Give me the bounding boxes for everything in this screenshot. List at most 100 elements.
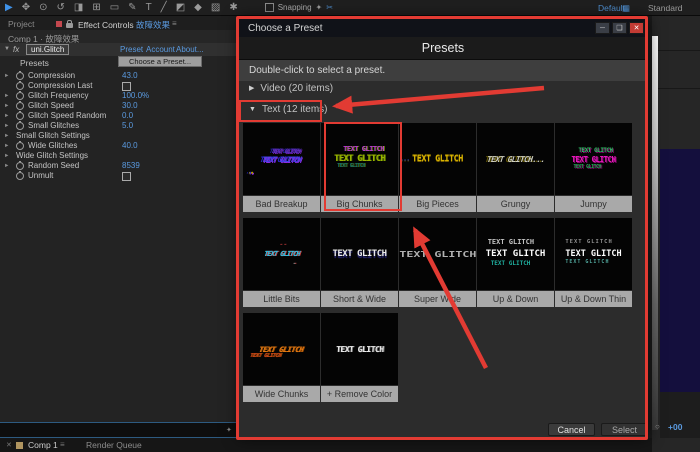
preset-name[interactable]: Big Pieces — [399, 196, 476, 212]
about-link[interactable]: About... — [176, 45, 204, 54]
param-value[interactable]: 40.0 — [122, 141, 138, 150]
eraser-tool-icon[interactable]: ◆ — [194, 0, 202, 15]
expander-icon[interactable]: ► — [4, 123, 9, 129]
snapping-checkbox[interactable] — [265, 3, 274, 12]
expander-icon[interactable]: ► — [4, 113, 9, 119]
group-text[interactable]: ▼Text (12 items) — [249, 104, 328, 120]
rotate-tool-icon[interactable]: ↺ — [56, 0, 64, 15]
param-value[interactable]: 0.0 — [122, 111, 133, 120]
maximize-icon[interactable]: ❑ — [612, 22, 627, 34]
stopwatch-icon[interactable] — [16, 92, 24, 100]
preset-name[interactable]: Up & Down Thin — [555, 291, 632, 307]
preset-name[interactable]: Up & Down — [477, 291, 554, 307]
lock-icon[interactable] — [66, 23, 73, 28]
preset-link[interactable]: Preset — [120, 45, 143, 54]
param-checkbox[interactable] — [122, 172, 131, 181]
expander-icon[interactable]: ► — [4, 143, 9, 149]
expander-icon[interactable]: ► — [4, 153, 9, 159]
stopwatch-icon[interactable] — [16, 102, 24, 110]
tab-project[interactable]: Project — [8, 19, 34, 29]
minimize-icon[interactable]: ─ — [595, 22, 610, 34]
stopwatch-icon[interactable] — [16, 142, 24, 150]
preset-big-pieces[interactable]: TEXT GLITCH Big Pieces — [399, 123, 476, 212]
preset-thumbnail[interactable]: TEXT GLITCH — [321, 218, 398, 290]
preset-thumbnail[interactable]: TEXT GLITCH — [243, 313, 320, 385]
account-link[interactable]: Account — [146, 45, 175, 54]
expander-icon[interactable]: ▼ — [4, 46, 10, 52]
hand-tool-icon[interactable]: ✥ — [22, 0, 30, 15]
preset-little-bits[interactable]: TEXT GLITCH Little Bits — [243, 218, 320, 307]
param-row-compression[interactable]: ► Compression 43.0 — [0, 71, 237, 81]
snap-option-icon[interactable]: ✦ — [316, 0, 323, 15]
param-group-wide-glitch-settings[interactable]: ► Wide Glitch Settings — [0, 151, 237, 161]
preset-super-wide[interactable]: TEXT GLITCH Super Wide — [399, 218, 476, 307]
param-row-compression-last[interactable]: Compression Last — [0, 81, 237, 91]
expander-icon[interactable]: ► — [4, 163, 9, 169]
preset-name[interactable]: Grungy — [477, 196, 554, 212]
effect-header-row[interactable]: ▼ fx uni.Glitch Preset Account About... — [0, 43, 237, 56]
workspace-default[interactable]: Default — [598, 3, 625, 13]
stopwatch-icon[interactable] — [16, 172, 24, 180]
param-value[interactable]: 5.0 — [122, 121, 133, 130]
pen-tool-icon[interactable]: ✎ — [128, 0, 136, 15]
type-tool-icon[interactable]: T — [146, 0, 152, 15]
stopwatch-icon[interactable] — [16, 72, 24, 80]
tab-render-queue[interactable]: Render Queue — [86, 440, 142, 450]
preset-thumbnail[interactable]: TEXT GLITCH — [477, 218, 554, 290]
preset-thumbnail[interactable]: TEXT GLITCH — [243, 123, 320, 195]
dialog-title-bar[interactable]: Choose a Preset ─ ❑ ✕ — [239, 19, 647, 37]
stopwatch-icon[interactable] — [16, 162, 24, 170]
param-row-glitch-speed-random[interactable]: ► Glitch Speed Random 0.0 — [0, 111, 237, 121]
param-row-wide-glitches[interactable]: ► Wide Glitches 40.0 — [0, 141, 237, 151]
param-value[interactable]: 43.0 — [122, 71, 138, 80]
param-row-unmult[interactable]: Unmult — [0, 171, 237, 181]
puppet-pin-tool-icon[interactable]: ✱ — [229, 0, 237, 15]
preset-big-chunks[interactable]: TEXT GLITCH Big Chunks — [321, 123, 398, 212]
chevron-right-icon[interactable]: ▶ — [249, 84, 254, 92]
preset-thumbnail[interactable]: TEXT GLITCH — [243, 218, 320, 290]
param-group-small-glitch-settings[interactable]: ► Small Glitch Settings — [0, 131, 237, 141]
preset-name[interactable]: Bad Breakup — [243, 196, 320, 212]
preset-up-down-thin[interactable]: TEXT GLITCH Up & Down Thin — [555, 218, 632, 307]
expander-icon[interactable]: ► — [4, 103, 9, 109]
expander-icon[interactable]: ► — [4, 93, 9, 99]
preset-name[interactable]: Jumpy — [555, 196, 632, 212]
clone-stamp-tool-icon[interactable]: ◩ — [176, 0, 185, 15]
panel-menu-icon[interactable]: ≡ — [60, 440, 65, 449]
group-video[interactable]: ▶Video (20 items) — [249, 83, 333, 99]
param-row-random-seed[interactable]: ► Random Seed 8539 — [0, 161, 237, 171]
param-value[interactable]: 100.0% — [122, 91, 149, 100]
preset-short-wide[interactable]: TEXT GLITCH Short & Wide — [321, 218, 398, 307]
expander-icon[interactable]: ► — [4, 73, 9, 79]
preset-thumbnail[interactable]: TEXT GLITCH — [399, 123, 476, 195]
preset-grungy[interactable]: TEXT GLITCH... Grungy — [477, 123, 554, 212]
preset-name[interactable]: Big Chunks — [321, 196, 398, 212]
preset-remove-color[interactable]: TEXT GLITCH + Remove Color — [321, 313, 398, 402]
preset-name[interactable]: Little Bits — [243, 291, 320, 307]
param-row-glitch-frequency[interactable]: ► Glitch Frequency 100.0% — [0, 91, 237, 101]
preset-thumbnail[interactable]: TEXT GLITCH — [321, 313, 398, 385]
preset-name[interactable]: Super Wide — [399, 291, 476, 307]
workspace-grid-icon[interactable]: ▦ — [622, 3, 630, 14]
preset-name[interactable]: Wide Chunks — [243, 386, 320, 402]
stopwatch-icon[interactable]: ○ — [655, 422, 660, 431]
effect-name[interactable]: uni.Glitch — [26, 44, 69, 55]
preset-bad-breakup[interactable]: TEXT GLITCH Bad Breakup — [243, 123, 320, 212]
preset-thumbnail[interactable]: TEXT GLITCH... — [477, 123, 554, 195]
cancel-button[interactable]: Cancel — [548, 423, 595, 436]
stopwatch-icon[interactable] — [16, 112, 24, 120]
param-checkbox[interactable] — [122, 82, 131, 91]
choose-preset-button[interactable]: Choose a Preset... — [118, 56, 202, 67]
preset-name[interactable]: + Remove Color — [321, 386, 398, 402]
close-icon[interactable]: ✕ — [6, 441, 12, 449]
chevron-down-icon[interactable]: ▼ — [249, 106, 256, 113]
stopwatch-icon[interactable] — [16, 122, 24, 130]
zoom-tool-icon[interactable]: ⊙ — [39, 0, 47, 15]
preset-thumbnail[interactable]: TEXT GLITCH — [321, 123, 398, 195]
panel-menu-icon[interactable]: ≡ — [172, 19, 177, 28]
dialog-scrollbar[interactable] — [652, 36, 658, 430]
brush-tool-icon[interactable]: ╱ — [161, 0, 167, 15]
param-value[interactable]: 30.0 — [122, 101, 138, 110]
param-value[interactable]: 8539 — [122, 161, 140, 170]
preset-wide-chunks[interactable]: TEXT GLITCH Wide Chunks — [243, 313, 320, 402]
